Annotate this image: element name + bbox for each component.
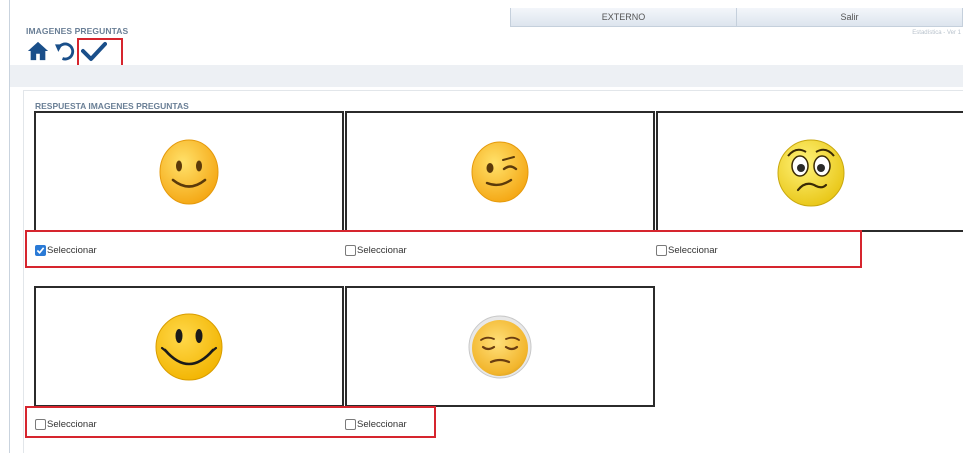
- page-title: IMAGENES PREGUNTAS: [26, 26, 129, 36]
- toolbar: [27, 37, 107, 65]
- check-icon[interactable]: [81, 40, 107, 62]
- big-grin-face-icon: [155, 313, 223, 380]
- checkbox-5[interactable]: [345, 419, 356, 430]
- image-cell-1: [34, 111, 344, 232]
- option-label-1: Seleccionar: [47, 245, 97, 256]
- checkbox-2[interactable]: [345, 245, 356, 256]
- option-3[interactable]: Seleccionar: [656, 245, 718, 256]
- home-icon[interactable]: [27, 40, 49, 62]
- worried-face-icon: [777, 139, 844, 206]
- tab-salir[interactable]: Salir: [737, 8, 962, 26]
- header-band: [10, 65, 963, 87]
- option-4[interactable]: Seleccionar: [35, 419, 97, 430]
- option-label-4: Seleccionar: [47, 419, 97, 430]
- top-tab-bar: EXTERNO Salir: [510, 8, 963, 27]
- option-label-5: Seleccionar: [357, 419, 407, 430]
- option-label-2: Seleccionar: [357, 245, 407, 256]
- option-label-3: Seleccionar: [668, 245, 718, 256]
- image-cell-3: [656, 111, 963, 232]
- image-cell-2: [345, 111, 655, 232]
- option-5[interactable]: Seleccionar: [345, 419, 407, 430]
- image-cell-5: [345, 286, 655, 407]
- image-cell-4: [34, 286, 344, 407]
- option-1[interactable]: Seleccionar: [35, 245, 97, 256]
- pensive-face-icon: [468, 315, 532, 378]
- option-2[interactable]: Seleccionar: [345, 245, 407, 256]
- undo-icon[interactable]: [55, 40, 75, 62]
- smiling-face-icon: [159, 139, 219, 204]
- checkbox-1[interactable]: [35, 245, 46, 256]
- checkbox-4[interactable]: [35, 419, 46, 430]
- tab-externo[interactable]: EXTERNO: [511, 8, 737, 26]
- checkbox-3[interactable]: [656, 245, 667, 256]
- winking-face-icon: [471, 141, 529, 202]
- version-label: Estadística - Ver 1: [912, 30, 961, 36]
- section-title: RESPUESTA IMAGENES PREGUNTAS: [35, 101, 189, 111]
